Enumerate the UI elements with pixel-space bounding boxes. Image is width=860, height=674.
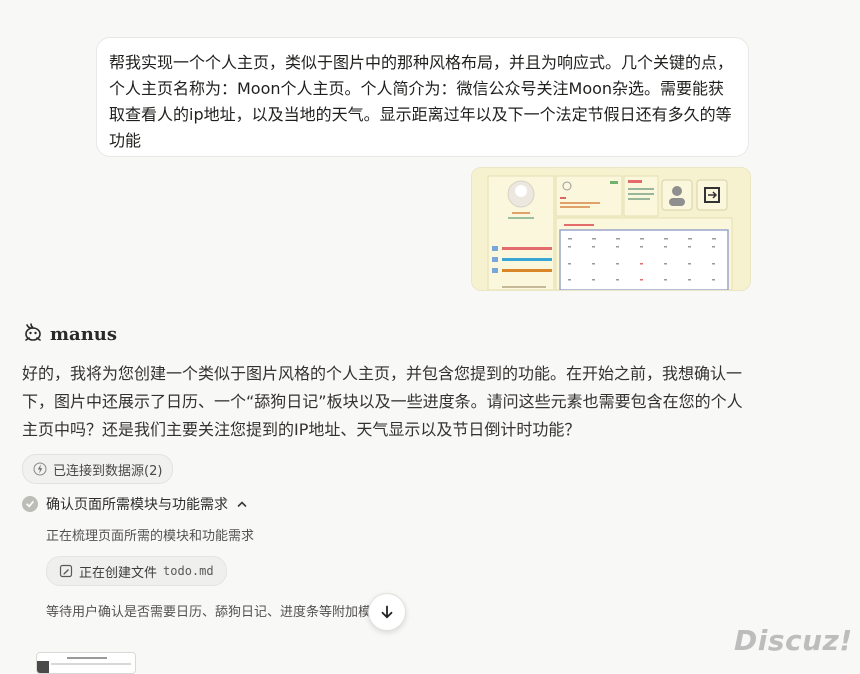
file-name: todo.md xyxy=(163,564,214,578)
file-action-label: 正在创建文件 xyxy=(79,565,158,581)
assistant-header: manus xyxy=(22,322,117,346)
task-title: 确认页面所需模块与功能需求 xyxy=(46,497,228,513)
manus-logo-icon xyxy=(22,321,44,347)
user-message-bubble: 帮我实现一个个人主页，类似于图片中的那种风格布局，并且为响应式。几个关键的点，个… xyxy=(96,37,749,157)
scroll-to-bottom-button[interactable] xyxy=(368,593,406,631)
data-source-label: 已连接到数据源(2) xyxy=(53,463,163,479)
data-source-pill[interactable]: 已连接到数据源(2) xyxy=(22,454,174,484)
homepage-preview-illustration xyxy=(472,168,750,290)
task-waiting-text: 等待用户确认是否需要日历、舔狗日记、进度条等附加模块 xyxy=(46,605,385,620)
user-message-text: 帮我实现一个个人主页，类似于图片中的那种风格布局，并且为响应式。几个关键的点，个… xyxy=(109,53,734,150)
preview-card-thumbnail xyxy=(37,653,135,673)
check-circle-icon xyxy=(22,496,38,512)
task-header[interactable]: 确认页面所需模块与功能需求 xyxy=(22,494,248,514)
lightning-icon xyxy=(33,462,47,476)
attached-image-thumbnail[interactable] xyxy=(471,167,751,291)
file-edit-icon xyxy=(59,564,73,578)
watermark: Discuz! xyxy=(734,624,853,657)
assistant-name: manus xyxy=(50,323,118,345)
arrow-down-icon xyxy=(379,604,395,620)
chevron-up-icon[interactable] xyxy=(236,498,248,510)
assistant-reply: 好的，我将为您创建一个类似于图片风格的个人主页，并包含您提到的功能。在开始之前，… xyxy=(22,364,743,439)
task-step-text: 正在梳理页面所需的模块和功能需求 xyxy=(46,529,255,544)
preview-card[interactable] xyxy=(36,652,136,674)
file-action-pill[interactable]: 正在创建文件 todo.md xyxy=(46,556,227,586)
